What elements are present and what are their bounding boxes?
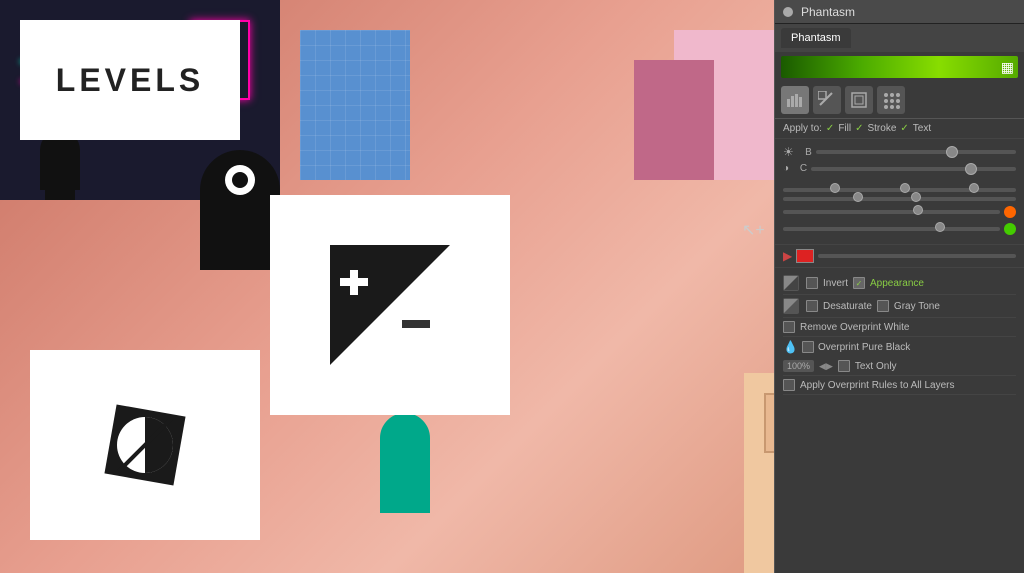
- overprint-black-label[interactable]: Overprint Pure Black: [818, 342, 910, 353]
- panel-titlebar: Phantasm: [775, 0, 1024, 24]
- percent-badge[interactable]: 100%: [783, 360, 814, 372]
- gray-tone-checkbox[interactable]: [877, 300, 889, 312]
- stroke-label[interactable]: Stroke: [867, 123, 896, 134]
- channel-row-3: [783, 206, 1016, 218]
- desaturate-icon: [783, 298, 799, 314]
- color-slider[interactable]: [818, 254, 1016, 258]
- invert-checkbox[interactable]: [806, 277, 818, 289]
- sun-icon: ☀: [783, 145, 794, 159]
- contrast-icon: ◑: [783, 163, 789, 174]
- dropper-icon: 💧: [783, 340, 798, 354]
- percent-row: 100% ◀▶ Text Only: [783, 357, 1016, 376]
- fill-label[interactable]: Fill: [838, 123, 851, 134]
- menu-icon: ▦: [1001, 59, 1014, 76]
- channel-row-4: [783, 223, 1016, 235]
- apply-overprint-label[interactable]: Apply Overprint Rules to All Layers: [800, 380, 955, 391]
- color-swatch[interactable]: [796, 249, 814, 263]
- c-slider-thumb[interactable]: [965, 163, 977, 175]
- histogram-icon-btn[interactable]: [781, 86, 809, 114]
- invert-label[interactable]: Invert: [823, 278, 848, 289]
- appearance-checkbox[interactable]: [853, 277, 865, 289]
- stroke-check: ✓: [855, 123, 863, 134]
- desaturate-row: Desaturate Gray Tone: [783, 295, 1016, 318]
- cursor-icon: ↖+: [742, 220, 766, 244]
- gray-tone-label[interactable]: Gray Tone: [894, 301, 940, 312]
- levels-plus-minus-icon: [330, 245, 450, 365]
- c-slider[interactable]: [811, 167, 1016, 171]
- phantasm-tab[interactable]: Phantasm: [781, 28, 851, 48]
- ch-thumb-2a[interactable]: [853, 192, 863, 202]
- circle-slash-card: [30, 350, 260, 540]
- green-dot: [1004, 223, 1016, 235]
- desaturate-icon: [90, 390, 200, 500]
- bc-sliders: ☀ B ◑ C: [775, 139, 1024, 184]
- text-label[interactable]: Text: [913, 123, 931, 134]
- effect-toolbar: [775, 82, 1024, 119]
- apply-to-row: Apply to: ✓ Fill ✓ Stroke ✓ Text: [775, 119, 1024, 139]
- color-row: ▶: [775, 245, 1024, 268]
- overprint-black-checkbox[interactable]: [802, 341, 814, 353]
- channel-row-1: [783, 188, 1016, 192]
- invert-row: Invert Appearance: [783, 272, 1016, 295]
- invert-icon: [783, 275, 799, 291]
- ch-thumb-1a[interactable]: [830, 183, 840, 193]
- ch-slider-1[interactable]: [783, 188, 1016, 192]
- levels-title: LEVELS: [56, 62, 204, 99]
- ch-thumb-2b[interactable]: [911, 192, 921, 202]
- levels-card: LEVELS: [20, 20, 240, 140]
- ch-slider-3[interactable]: [783, 210, 1000, 214]
- text-only-label[interactable]: Text Only: [855, 361, 897, 372]
- pink-building-2: [634, 60, 714, 180]
- ch-thumb-3[interactable]: [913, 205, 923, 215]
- halftone-icon-btn[interactable]: [877, 86, 905, 114]
- blue-building-grid: [300, 30, 410, 180]
- panel-tab-bar: Phantasm: [775, 24, 1024, 52]
- c-label: C: [793, 163, 807, 174]
- text-check: ✓: [900, 123, 908, 134]
- panel-title: Phantasm: [801, 5, 855, 19]
- ch-slider-2[interactable]: [783, 197, 1016, 201]
- apply-to-label: Apply to:: [783, 123, 822, 134]
- remove-overprint-label[interactable]: Remove Overprint White: [800, 322, 909, 333]
- fill-check: ✓: [826, 123, 834, 134]
- main-character-figure: [200, 150, 280, 270]
- desaturate-label[interactable]: Desaturate: [823, 301, 872, 312]
- curves-icon-btn[interactable]: [845, 86, 873, 114]
- stepper-icon[interactable]: ◀▶: [819, 361, 833, 372]
- overprint-black-row: 💧 Overprint Pure Black: [783, 337, 1016, 357]
- apply-overprint-row: Apply Overprint Rules to All Layers: [783, 376, 1016, 395]
- teal-character-figure: [380, 413, 430, 513]
- brightness-row: ☀ B: [783, 145, 1016, 159]
- panel-close-button[interactable]: [783, 7, 793, 17]
- remove-overprint-row: Remove Overprint White: [783, 318, 1016, 337]
- phantasm-panel: Phantasm Phantasm ▦: [774, 0, 1024, 573]
- plus-minus-card: [270, 195, 510, 415]
- contrast-row: ◑ C: [783, 163, 1016, 174]
- orange-dot: [1004, 206, 1016, 218]
- color-arrow-icon[interactable]: ▶: [783, 249, 792, 263]
- ch-thumb-1b[interactable]: [900, 183, 910, 193]
- desaturate-checkbox[interactable]: [806, 300, 818, 312]
- levels-icon-btn[interactable]: [813, 86, 841, 114]
- options-section: Invert Appearance Desaturate Gray Tone R…: [775, 268, 1024, 399]
- channel-sliders-section: [775, 184, 1024, 245]
- b-slider-thumb[interactable]: [946, 146, 958, 158]
- ch-thumb-4[interactable]: [935, 222, 945, 232]
- remove-overprint-checkbox[interactable]: [783, 321, 795, 333]
- b-label: B: [798, 147, 812, 158]
- gradient-preset-bar[interactable]: ▦: [781, 56, 1018, 78]
- appearance-label[interactable]: Appearance: [870, 278, 924, 289]
- ch-thumb-1c[interactable]: [969, 183, 979, 193]
- b-slider[interactable]: [816, 150, 1016, 154]
- text-only-checkbox[interactable]: [838, 360, 850, 372]
- apply-overprint-checkbox[interactable]: [783, 379, 795, 391]
- channel-row-2: [783, 197, 1016, 201]
- ch-slider-4[interactable]: [783, 227, 1000, 231]
